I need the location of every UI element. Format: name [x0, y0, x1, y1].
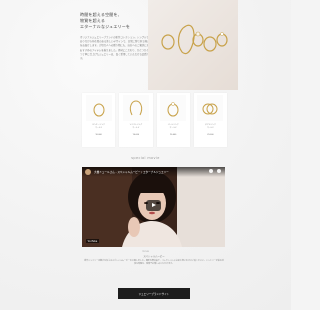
hero-text: 時間を超える空間を、 物質を超える エターナルなジュエリーを オリジナルジュエリ…: [80, 12, 150, 61]
rings-illustration: [161, 24, 228, 55]
description-title: スペシャルムービー: [143, 255, 165, 258]
channel-avatar[interactable]: [85, 169, 91, 175]
video-actions: [209, 169, 221, 173]
cta-button[interactable]: ジュエリーブランドサイト: [118, 288, 190, 299]
share-icon[interactable]: [217, 169, 221, 173]
product-card[interactable]: ダブルリング ゴールド ¥0,000: [193, 93, 227, 147]
hero-body: オリジナルジュエリーブランドの新作コレクション。シンプルでありながら存在感のある…: [80, 36, 150, 61]
product-price: ¥0,000: [95, 134, 102, 137]
product-card[interactable]: ピンキーリング ゴールド ¥0,000: [82, 93, 116, 147]
ring-icon: [85, 95, 112, 121]
video-title[interactable]: 大橋ミュールさん - スペシャルムービー / エターナルジュエリー: [94, 170, 169, 174]
ring-icon: [197, 95, 224, 121]
youtube-label[interactable]: YouTube: [86, 239, 99, 243]
product-name: ダブルリング ゴールド: [204, 124, 216, 129]
product-price: ¥0,000: [132, 134, 140, 137]
product-name: パールリング ゴールド: [167, 124, 179, 129]
product-list: ピンキーリング ゴールド ¥0,000 ツイストリング ゴールド ¥0,000 …: [82, 93, 227, 147]
hero-image: [148, 0, 238, 90]
description-body: 新作ジュエリーの魅力を伝えるスペシャルムービーを公開しました。撮影の舞台裏や、コ…: [84, 260, 224, 266]
product-name: ツイストリング ゴールド: [129, 124, 143, 129]
product-price: ¥0,000: [207, 134, 214, 137]
section-title: special movie: [131, 156, 160, 160]
play-button[interactable]: [146, 200, 161, 211]
product-price: ¥0,000: [169, 134, 177, 137]
description: スペシャルムービー 新作ジュエリーの魅力を伝えるスペシャルムービーを公開しました…: [84, 254, 224, 266]
hero-title: 時間を超える空間を、 物質を超える エターナルなジュエリーを: [80, 12, 131, 29]
ring-icon: [122, 95, 149, 121]
product-name: ピンキーリング ゴールド: [92, 124, 105, 129]
product-card[interactable]: パールリング ゴールド ¥0,000: [156, 93, 190, 147]
page: 時間を超える空間を、 物質を超える エターナルなジュエリーを オリジナルジュエリ…: [0, 0, 291, 310]
video-player[interactable]: 大橋ミュールさん - スペシャルムービー / エターナルジュエリー YouTub…: [82, 167, 225, 247]
watch-later-icon[interactable]: [209, 169, 213, 173]
video-caption: movie: [142, 250, 149, 253]
ring-icon: [160, 95, 187, 121]
product-card[interactable]: ツイストリング ゴールド ¥0,000: [119, 93, 153, 147]
